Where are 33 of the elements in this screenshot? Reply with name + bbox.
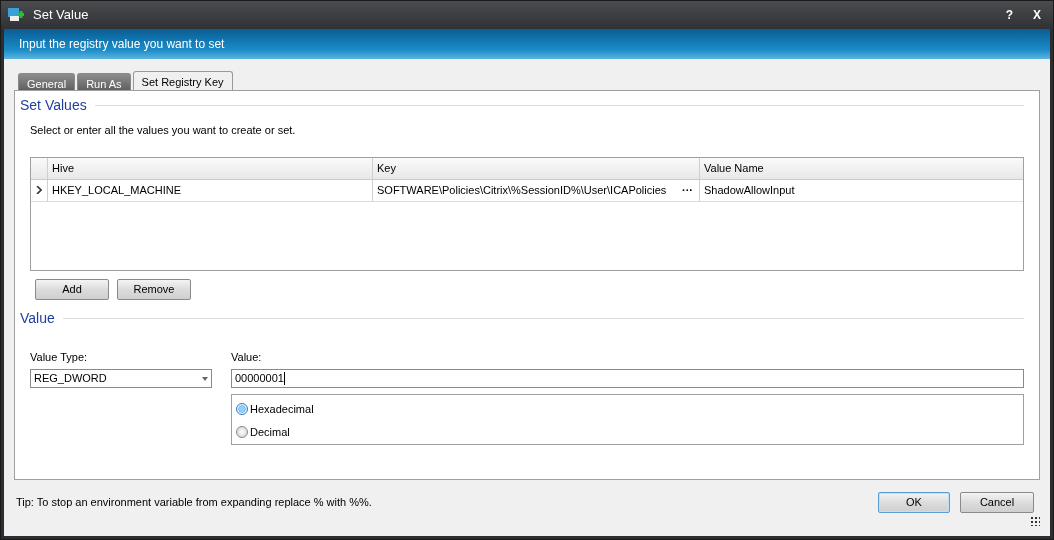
cancel-button[interactable]: Cancel	[960, 492, 1034, 513]
tab[interactable]: Set Registry Key	[132, 71, 233, 91]
instruction-text: Select or enter all the values you want to create or set.	[30, 123, 297, 138]
browse-button[interactable]: ···	[680, 181, 695, 199]
add-button[interactable]: Add	[35, 278, 109, 300]
tip-text: Tip: To stop an environment variable from expanding replace % with %%.	[16, 495, 372, 511]
column-header[interactable]: Value Name	[700, 157, 1023, 179]
field-label: Value Type:	[30, 349, 89, 365]
radio-button[interactable]	[236, 425, 248, 438]
dropdown-arrow-icon	[202, 376, 208, 381]
field-label: Value:	[231, 349, 263, 365]
radio-label: Decimal	[250, 424, 290, 440]
window-title: Set Value	[33, 6, 89, 25]
value-input[interactable]: 00000001	[231, 369, 1024, 388]
tab[interactable]: Run As	[77, 73, 131, 91]
table-cell-text: ShadowAllowInput	[704, 182, 795, 198]
table-cell-text: HKEY_LOCAL_MACHINE	[52, 182, 181, 198]
help-button[interactable]: ?	[999, 6, 1019, 24]
header-banner: Input the registry value you want to set	[4, 29, 1050, 59]
column-header[interactable]: Hive	[48, 157, 373, 179]
tab[interactable]: General	[18, 73, 76, 91]
app-icon	[7, 7, 25, 23]
radio-button[interactable]	[236, 403, 248, 416]
radio-label: Hexadecimal	[250, 402, 314, 417]
section-heading: Value	[20, 308, 55, 328]
table-cell-text: SOFTWARE\Policies\Citrix\%SessionID%\User\ICAPolicies	[377, 182, 667, 198]
column-header[interactable]: Key	[373, 157, 700, 179]
remove-button[interactable]: Remove	[117, 278, 191, 300]
close-button[interactable]: X	[1027, 6, 1047, 24]
resize-grip	[1030, 516, 1040, 526]
section-heading: Set Values	[20, 96, 87, 115]
ok-button[interactable]: OK	[878, 492, 950, 513]
value-type-dropdown[interactable]: REG_DWORD	[30, 369, 212, 388]
